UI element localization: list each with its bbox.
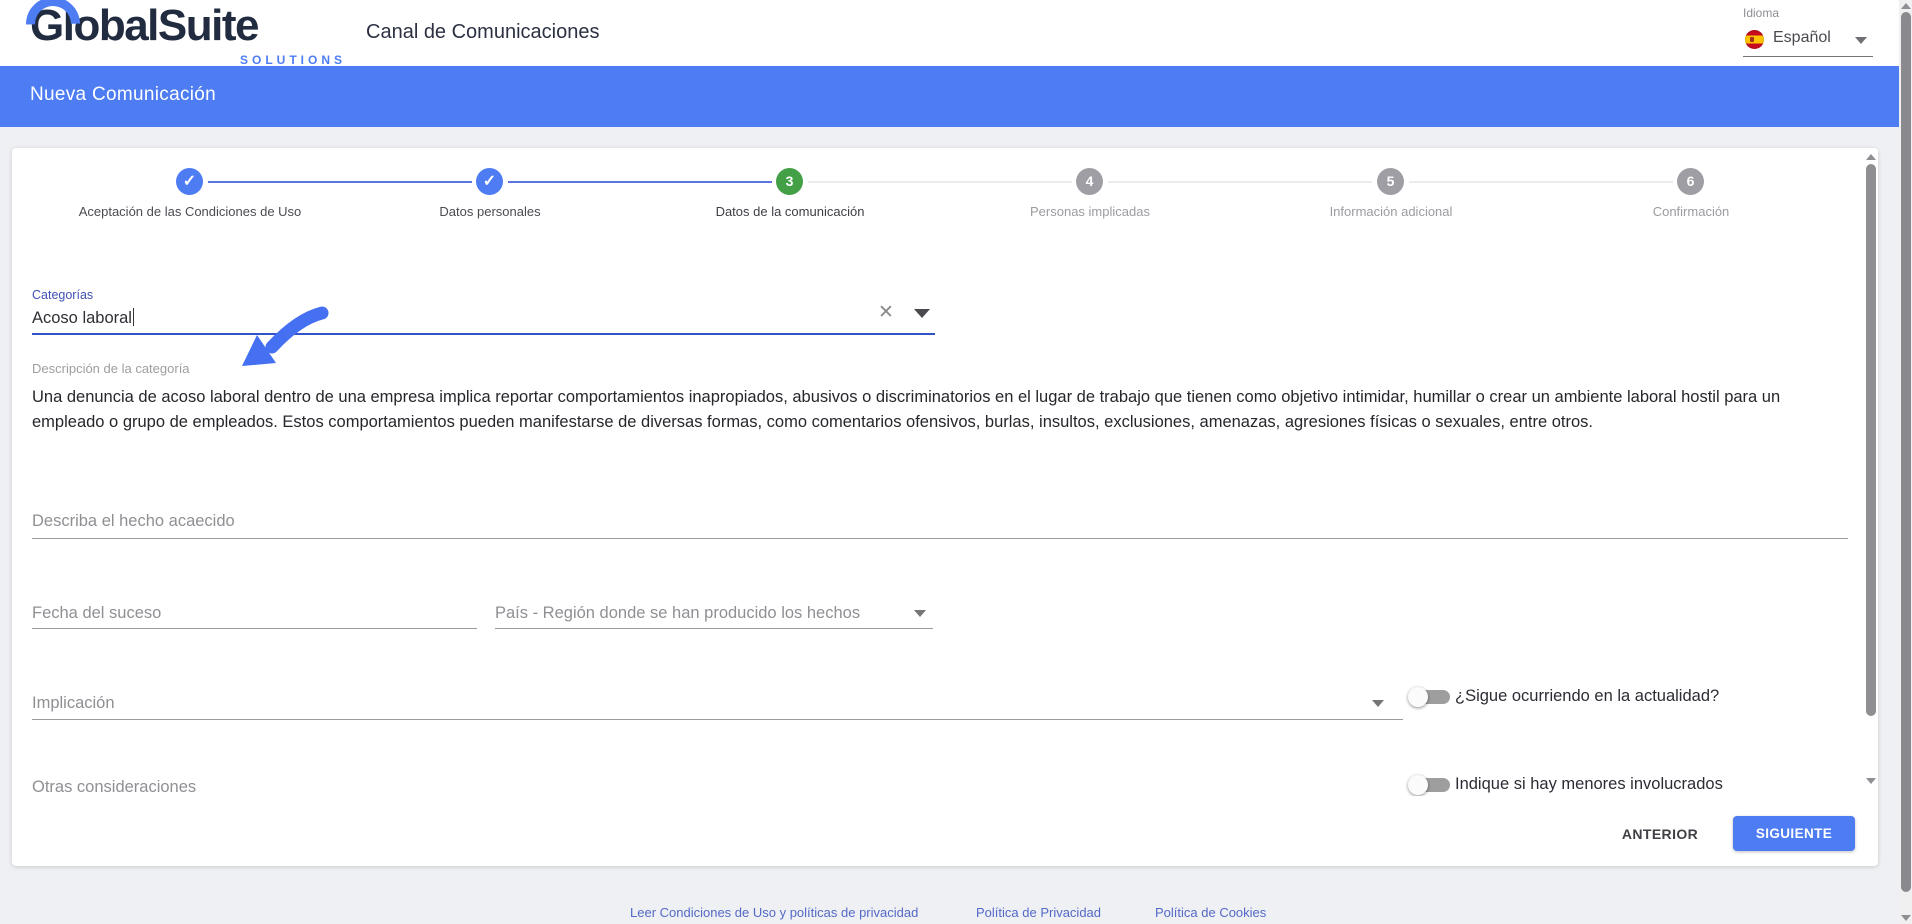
footer-link-cookies[interactable]: Política de Cookies [1155,905,1266,920]
scroll-up-icon[interactable] [1901,3,1911,9]
event-date-input[interactable]: Fecha del suceso [32,604,161,623]
categories-underline [32,333,935,335]
step-6-label: Confirmación [1541,204,1841,219]
scroll-down-icon[interactable] [1866,778,1876,784]
footer-link-terms[interactable]: Leer Condiciones de Uso y políticas de p… [630,905,918,920]
step-connector-2 [508,181,772,183]
step-1-check-icon[interactable]: ✓ [176,168,203,195]
implication-select[interactable]: Implicación [32,694,115,713]
event-date-underline [32,628,477,629]
step-2-check-icon[interactable]: ✓ [476,168,503,195]
clear-icon[interactable]: ✕ [878,301,894,324]
previous-button[interactable]: ANTERIOR [1615,820,1705,848]
language-selected-value: Español [1773,29,1831,47]
footer-link-privacy[interactable]: Política de Privacidad [976,905,1101,920]
step-connector-1 [208,181,472,183]
categories-input[interactable]: Acoso laboral [32,308,134,328]
header: GlobalSuite SOLUTIONS Canal de Comunicac… [0,0,1912,66]
spain-flag-icon [1745,30,1764,49]
page-title: Canal de Comunicaciones [366,21,599,44]
step-5-circle[interactable]: 5 [1377,168,1404,195]
describe-fact-input[interactable]: Describa el hecho acaecido [32,512,235,531]
form-scroll-area: ✓ ✓ 3 4 5 6 Aceptación de las Condicione… [12,148,1860,796]
category-description-label: Descripción de la categoría [32,361,190,376]
card-scrollbar-thumb[interactable] [1866,164,1876,716]
step-3-circle[interactable]: 3 [776,168,803,195]
window-scrollbar-thumb[interactable] [1901,12,1911,892]
implication-dropdown-icon[interactable] [1372,700,1384,707]
step-4-label: Personas implicadas [940,204,1240,219]
step-4-circle[interactable]: 4 [1076,168,1103,195]
step-connector-5 [1409,181,1673,183]
step-3-label: Datos de la comunicación [640,204,940,219]
scroll-down-icon[interactable] [1901,915,1911,921]
minors-involved-label: Indique si hay menores involucrados [1455,775,1723,794]
language-label: Idioma [1743,6,1779,20]
categories-value: Acoso laboral [32,309,132,327]
country-region-dropdown-icon[interactable] [914,610,926,617]
implication-underline [32,719,1403,720]
window-scrollbar[interactable] [1899,0,1912,924]
minors-involved-toggle[interactable] [1408,773,1456,796]
country-region-select[interactable]: País - Región donde se han producido los… [495,604,860,623]
describe-fact-underline [32,538,1848,539]
still-occurring-toggle[interactable] [1408,685,1456,709]
chevron-down-icon [1855,37,1867,44]
categories-label: Categorías [32,288,93,302]
still-occurring-label: ¿Sigue ocurriendo en la actualidad? [1455,687,1719,706]
toggle-thumb [1408,687,1428,707]
appbar: Nueva Comunicación [0,66,1912,127]
step-6-circle[interactable]: 6 [1677,168,1704,195]
step-2-label: Datos personales [340,204,640,219]
scroll-up-icon[interactable] [1866,154,1876,160]
next-button[interactable]: SIGUIENTE [1733,816,1855,851]
logo-solutions-text: SOLUTIONS [240,53,346,67]
step-connector-4 [1108,181,1372,183]
categories-dropdown-icon[interactable] [914,309,930,318]
category-description-text: Una denuncia de acoso laboral dentro de … [32,385,1824,434]
step-connector-3 [808,181,1072,183]
annotation-arrow-icon [232,306,332,372]
other-considerations-input[interactable]: Otras consideraciones [32,778,196,796]
form-card: ✓ ✓ 3 4 5 6 Aceptación de las Condicione… [12,148,1878,866]
card-scrollbar[interactable] [1864,150,1878,794]
step-1-label: Aceptación de las Condiciones de Uso [40,204,340,219]
step-5-label: Información adicional [1241,204,1541,219]
text-cursor [133,308,135,326]
globalsuite-logo: GlobalSuite SOLUTIONS [30,0,360,66]
language-select[interactable]: Español [1743,26,1873,57]
country-region-underline [495,628,933,629]
appbar-title: Nueva Comunicación [30,84,216,106]
screen: GlobalSuite SOLUTIONS Canal de Comunicac… [0,0,1912,924]
toggle-thumb [1408,775,1428,795]
